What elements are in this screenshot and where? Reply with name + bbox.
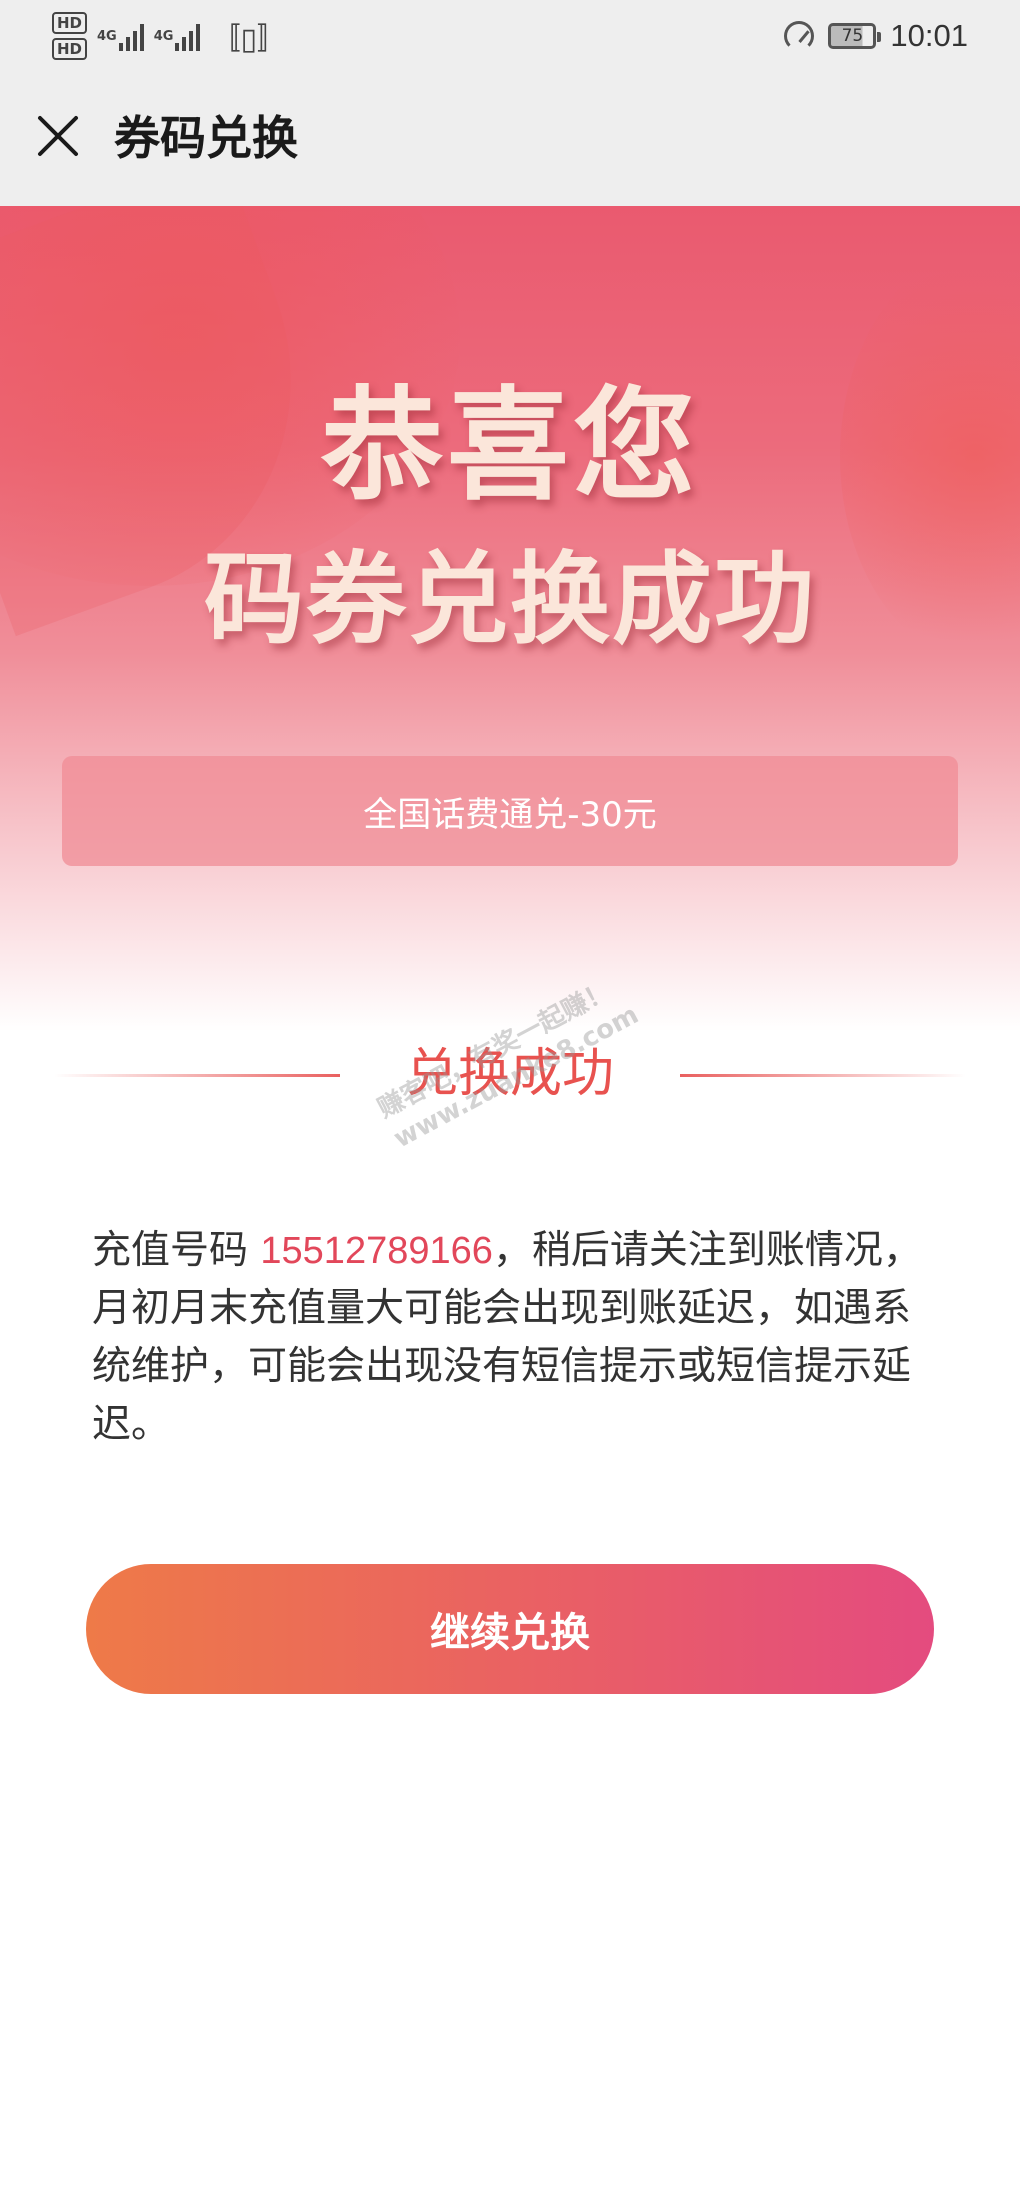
speedometer-icon bbox=[784, 21, 815, 51]
network-type-2: 4G bbox=[153, 29, 174, 44]
hd1-icon: HD bbox=[52, 12, 88, 34]
battery-level: 75 bbox=[841, 26, 864, 46]
phone-number: 15512789166 bbox=[260, 1230, 493, 1272]
divider-left bbox=[54, 1074, 340, 1077]
page-title: 券码兑换 bbox=[114, 111, 298, 165]
recharge-message: 充值号码 15512789166，稍后请关注到账情况，月初月末充值量大可能会出现… bbox=[92, 1222, 942, 1454]
vibrate-icon: 〚▯〛 bbox=[210, 22, 287, 57]
divider-right bbox=[680, 1074, 966, 1077]
nav-bar: 券码兑换 bbox=[0, 72, 1020, 206]
coupon-info-box: 全国话费通兑-30元 bbox=[62, 756, 958, 866]
continue-redeem-button[interactable]: 继续兑换 bbox=[86, 1564, 934, 1694]
close-button[interactable] bbox=[22, 100, 94, 172]
signal-2-icon: 4G bbox=[154, 21, 201, 51]
success-banner: 恭喜您 码券兑换成功 全国话费通兑-30元 bbox=[0, 206, 1020, 1066]
status-right-icons: 75 10:01 bbox=[784, 10, 968, 62]
close-icon bbox=[38, 116, 78, 156]
congrats-headline: 恭喜您 bbox=[321, 375, 699, 517]
network-type-1: 4G bbox=[97, 29, 117, 44]
message-prefix: 充值号码 bbox=[92, 1228, 261, 1273]
continue-redeem-label: 继续兑换 bbox=[430, 1610, 590, 1656]
status-left-icons: HD HD 4G 4G 〚▯〛 bbox=[52, 8, 287, 64]
signal-1-icon: 4G bbox=[97, 21, 144, 51]
battery-icon: 75 bbox=[828, 23, 882, 49]
status-bar: HD HD 4G 4G 〚▯〛 75 10:01 bbox=[0, 0, 1020, 72]
hd2-icon: HD bbox=[52, 38, 88, 60]
coupon-name: 全国话费通兑-30元 bbox=[363, 794, 657, 835]
clock: 10:01 bbox=[890, 18, 968, 53]
redeem-success-headline: 码券兑换成功 bbox=[204, 541, 816, 658]
hd-indicators: HD HD bbox=[52, 12, 88, 60]
